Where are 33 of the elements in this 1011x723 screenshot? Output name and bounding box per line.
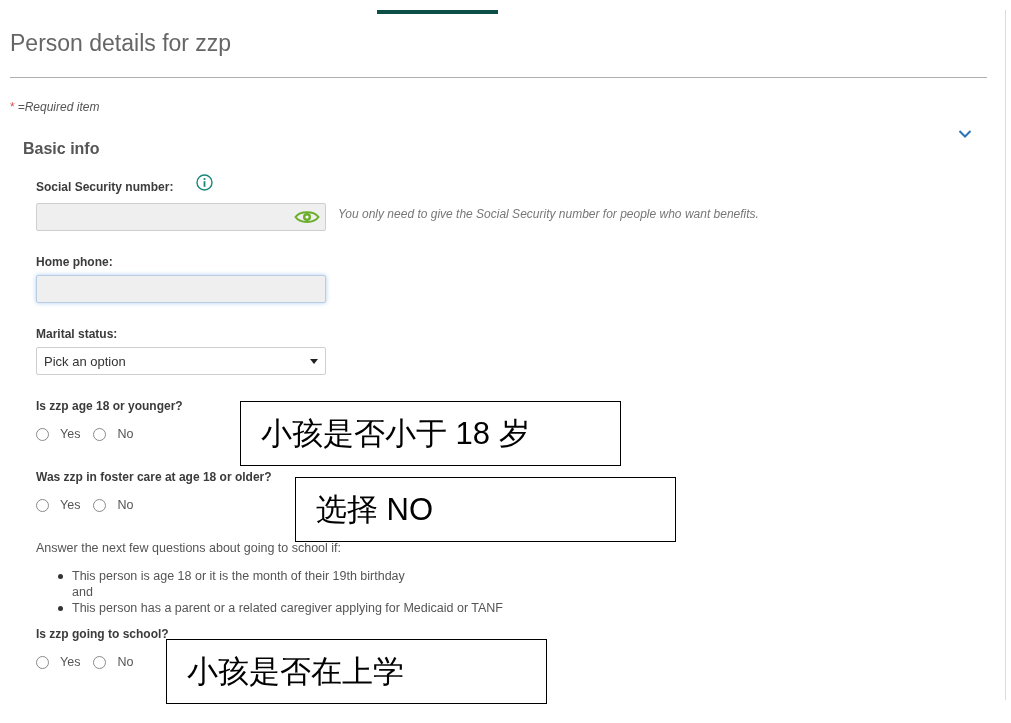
radio-option[interactable]: Yes — [36, 655, 81, 669]
eye-icon[interactable] — [294, 209, 320, 225]
radio-option[interactable]: Yes — [36, 427, 81, 441]
input-field[interactable] — [36, 275, 326, 303]
instruction-text: Answer the next few questions about going to school if: — [36, 541, 342, 555]
radio-option[interactable]: No — [93, 498, 134, 512]
caret-icon — [310, 358, 318, 364]
question-label: Is zzp age 18 or younger? — [36, 399, 183, 413]
chevron-down-icon[interactable] — [958, 129, 972, 139]
list-item-text: and — [72, 584, 93, 600]
annotation-callout: 选择 NO — [295, 477, 676, 542]
bullet-icon — [58, 606, 63, 611]
info-icon[interactable] — [196, 174, 214, 191]
required-note: =Required item — [17, 99, 100, 115]
annotation-callout: 小孩是否在上学 — [166, 639, 547, 704]
required-asterisk: * — [10, 99, 15, 115]
field-label: Social Security number: — [36, 179, 174, 195]
radio-option[interactable]: No — [93, 655, 134, 669]
section-title: Basic info — [23, 139, 100, 159]
page-title: Person details for zzp — [10, 29, 232, 57]
input-field[interactable] — [36, 203, 326, 231]
bullet-icon — [58, 574, 63, 579]
list-item-text: This person is age 18 or it is the month of their 19th birthday — [72, 568, 405, 584]
radio-option[interactable]: No — [93, 427, 134, 441]
question-label: Was zzp in foster care at age 18 or older? — [36, 470, 272, 484]
dropdown-field[interactable]: Pick an option — [36, 347, 326, 375]
question-label: Is zzp going to school? — [36, 627, 169, 641]
help-text: You only need to give the Social Security number for people who want benefits. — [338, 206, 759, 222]
field-label: Marital status: — [36, 326, 118, 342]
list-item-text: This person has a parent or a related caregiver applying for Medicaid or TANF — [72, 600, 503, 616]
radio-option[interactable]: Yes — [36, 498, 81, 512]
annotation-callout: 小孩是否小于 18 岁 — [240, 401, 621, 466]
field-label: Home phone: — [36, 254, 113, 270]
